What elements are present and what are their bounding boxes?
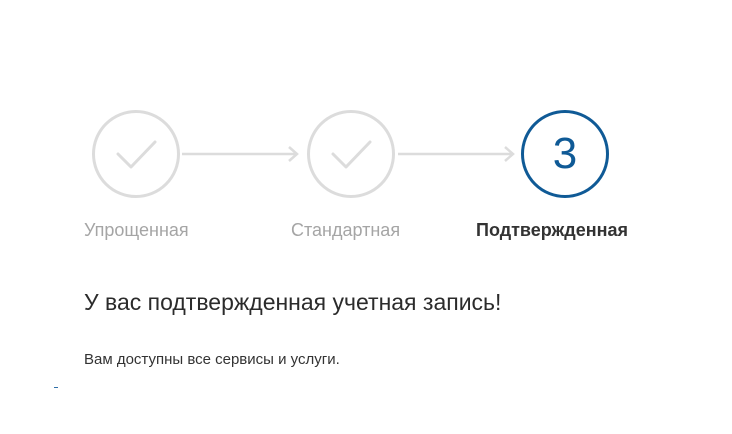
step-1-circle [92, 110, 180, 198]
step-2-label: Стандартная [291, 220, 401, 240]
services-available-text: Вам доступны все сервисы и услуги. [84, 351, 340, 368]
checkmark-icon [116, 140, 157, 169]
divider-mark [54, 387, 58, 388]
step-3-label: Подтвержденная [476, 220, 628, 240]
step-2-circle [307, 110, 395, 198]
arrow-right-icon [182, 146, 299, 162]
step-3-circle: 3 [521, 110, 609, 198]
arrow-right-icon [398, 146, 515, 162]
checkmark-icon [331, 140, 372, 169]
step-3-number: 3 [552, 129, 578, 178]
confirmation-headline: У вас подтвержденная учетная запись! [84, 289, 502, 315]
account-level-stepper: 3 Упрощенная Стандартная Подтвержденная [0, 0, 732, 260]
step-1-label: Упрощенная [84, 220, 189, 240]
